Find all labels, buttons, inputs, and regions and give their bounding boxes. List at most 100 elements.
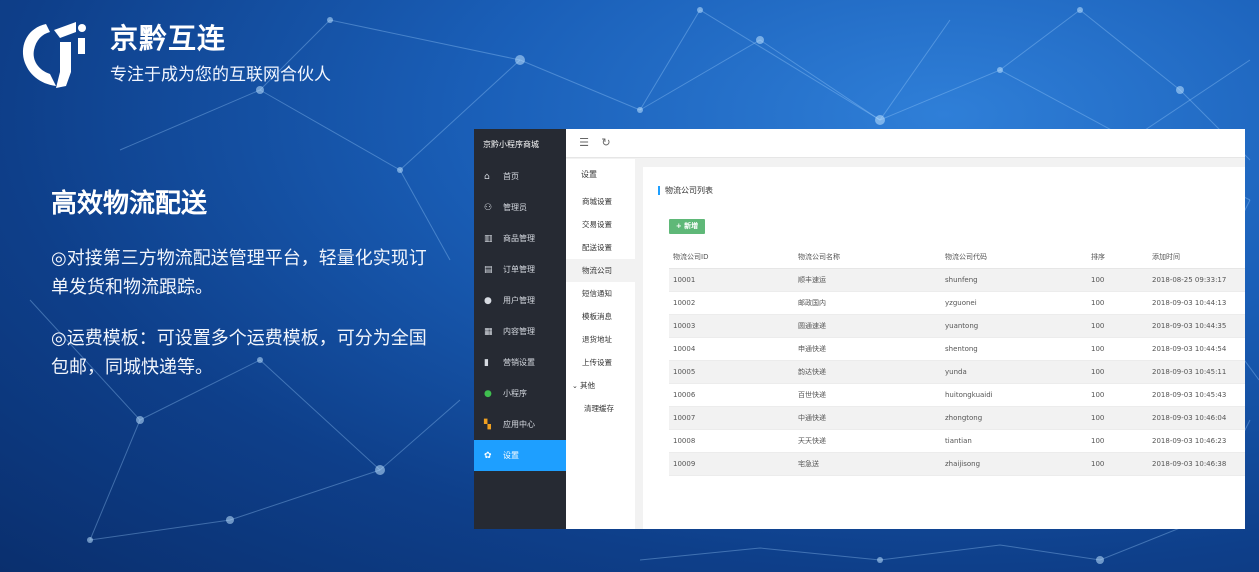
sidebar-item[interactable]: ▦ 内容管理 — [474, 316, 566, 347]
table-cell: 100 — [1087, 429, 1148, 453]
table-row[interactable]: 10006 百世快递 huitongkuaidi 100 2018-09-03 10:4… — [669, 383, 1245, 407]
feature-paragraph-2: ◎运费模板：可设置多个运费模板，可分为全国包邮，同城快递等。 — [51, 328, 427, 378]
table-cell: yuantong — [941, 314, 1087, 338]
table-cell: 100 — [1087, 406, 1148, 430]
column-header[interactable]: 物流公司名称 — [794, 246, 941, 269]
app-window: 京黔小程序商城 ⌂ 首页 ⚇ 管理员 ▥ 商品管理 ▤ 订单管理 ● 用户管理 ▦ 内容管理 ▮ 营销设置… — [474, 129, 1245, 529]
subnav-group-other[interactable]: ⌄ 其他 — [566, 374, 635, 397]
sidebar-item[interactable]: ▚ 应用中心 — [474, 409, 566, 440]
table-cell: 100 — [1087, 452, 1148, 476]
subnav-item[interactable]: 商城设置 — [566, 190, 635, 213]
subnav-item[interactable]: 物流公司 — [566, 259, 635, 282]
sidebar-item-label: 首页 — [503, 172, 519, 181]
sidebar-item-label: 管理员 — [503, 203, 527, 212]
topbar: ☰ ↻ — [566, 129, 1245, 158]
subnav-item[interactable]: 清理缓存 — [566, 397, 635, 420]
table-row[interactable]: 10001 顺丰速运 shunfeng 100 2018-08-25 09:33:17 — [669, 268, 1245, 292]
subnav-item[interactable]: 配送设置 — [566, 236, 635, 259]
miniprogram-icon: ● — [484, 388, 492, 399]
content-panel: 物流公司列表 + 新增 物流公司ID 物流公司名称 物流公司代码 排序 添加时间 100… — [643, 167, 1245, 529]
subnav-item[interactable]: 短信通知 — [566, 282, 635, 305]
feature-title: 高效物流配送 — [51, 189, 208, 219]
table-row[interactable]: 10008 天天快递 tiantian 100 2018-09-03 10:46:23 — [669, 429, 1245, 453]
apps-icon: ▚ — [484, 419, 491, 430]
panel-header: 物流公司列表 — [658, 185, 713, 196]
panel-title-marker — [658, 186, 660, 195]
table-cell: 100 — [1087, 291, 1148, 315]
add-button-label: 新增 — [684, 222, 699, 230]
feature-paragraph-1: ◎对接第三方物流配送管理平台，轻量化实现订单发货和物流跟踪。 — [51, 248, 427, 298]
sidebar-item[interactable]: ⚇ 管理员 — [474, 192, 566, 223]
sidebar-item[interactable]: ▥ 商品管理 — [474, 223, 566, 254]
table-cell: shunfeng — [941, 268, 1087, 292]
app-title: 京黔小程序商城 — [483, 140, 539, 149]
column-header[interactable]: 添加时间 — [1148, 246, 1245, 269]
table-cell: 2018-09-03 10:44:13 — [1148, 291, 1245, 315]
sidebar-item[interactable]: ▮ 营销设置 — [474, 347, 566, 378]
table-cell: 10001 — [669, 268, 794, 292]
table-row[interactable]: 10009 宅急送 zhaijisong 100 2018-09-03 10:46:38 — [669, 452, 1245, 476]
sidebar-item[interactable]: ● 小程序 — [474, 378, 566, 409]
table-cell: 10005 — [669, 360, 794, 384]
add-button[interactable]: + 新增 — [669, 219, 705, 234]
subnav-item[interactable]: 退货地址 — [566, 328, 635, 351]
marketing-icon: ▮ — [484, 357, 489, 368]
logistics-table: 物流公司ID 物流公司名称 物流公司代码 排序 添加时间 10001 顺丰速运 shunfe… — [669, 246, 1245, 476]
sidebar: 京黔小程序商城 ⌂ 首页 ⚇ 管理员 ▥ 商品管理 ▤ 订单管理 ● 用户管理 ▦ 内容管理 ▮ 营销设置… — [474, 129, 566, 529]
brand-header: 京黔互连 专注于成为您的互联网合伙人 — [16, 14, 331, 92]
table-cell: tiantian — [941, 429, 1087, 453]
sidebar-item[interactable]: ✿ 设置 — [474, 440, 566, 471]
column-header[interactable]: 物流公司代码 — [941, 246, 1087, 269]
table-cell: 100 — [1087, 268, 1148, 292]
table-cell: 10003 — [669, 314, 794, 338]
settings-subnav: 设置 商城设置 交易设置 配送设置 物流公司 短信通知 模板消息 退货地址 上传设置 ⌄ 其他 清理… — [566, 159, 635, 529]
sidebar-item-label: 设置 — [503, 451, 519, 460]
table-row[interactable]: 10004 申通快递 shentong 100 2018-09-03 10:44:54 — [669, 337, 1245, 361]
table-cell: 100 — [1087, 383, 1148, 407]
sidebar-item-label: 营销设置 — [503, 358, 535, 367]
panel-title: 物流公司列表 — [665, 186, 713, 195]
sidebar-item-label: 商品管理 — [503, 234, 535, 243]
table-row[interactable]: 10007 中通快递 zhongtong 100 2018-09-03 10:46:04 — [669, 406, 1245, 430]
table-cell: 宅急送 — [794, 452, 941, 476]
subnav-item[interactable]: 模板消息 — [566, 305, 635, 328]
table-cell: 10009 — [669, 452, 794, 476]
table-cell: 10008 — [669, 429, 794, 453]
table-cell: 天天快递 — [794, 429, 941, 453]
subnav-item[interactable]: 上传设置 — [566, 351, 635, 374]
table-row[interactable]: 10002 邮政国内 yzguonei 100 2018-09-03 10:44:13 — [669, 291, 1245, 315]
column-header[interactable]: 物流公司ID — [669, 246, 794, 269]
brand-name: 京黔互连 — [110, 21, 227, 55]
table-cell: 10006 — [669, 383, 794, 407]
table-cell: 顺丰速运 — [794, 268, 941, 292]
gift-icon: ▥ — [484, 233, 493, 244]
sidebar-item[interactable]: ● 用户管理 — [474, 285, 566, 316]
table-row[interactable]: 10005 韵达快递 yunda 100 2018-09-03 10:45:11 — [669, 360, 1245, 384]
table-cell: 10004 — [669, 337, 794, 361]
sidebar-item[interactable]: ⌂ 首页 — [474, 161, 566, 192]
table-cell: 2018-09-03 10:46:04 — [1148, 406, 1245, 430]
table-cell: huitongkuaidi — [941, 383, 1087, 407]
table-cell: 申通快递 — [794, 337, 941, 361]
table-cell: 2018-09-03 10:45:43 — [1148, 383, 1245, 407]
table-cell: yunda — [941, 360, 1087, 384]
table-cell: 2018-09-03 10:46:23 — [1148, 429, 1245, 453]
home-icon: ⌂ — [484, 171, 490, 182]
column-header[interactable]: 排序 — [1087, 246, 1148, 269]
table-cell: 10007 — [669, 406, 794, 430]
user-icon: ● — [484, 295, 492, 306]
table-cell: 100 — [1087, 360, 1148, 384]
table-cell: 邮政国内 — [794, 291, 941, 315]
subnav-item[interactable]: 交易设置 — [566, 213, 635, 236]
chevron-down-icon: ⌄ — [572, 382, 578, 390]
brand-logo-icon — [16, 14, 94, 92]
menu-toggle-icon[interactable]: ☰ — [578, 137, 590, 149]
content-icon: ▦ — [484, 326, 493, 337]
sidebar-item-label: 应用中心 — [503, 420, 535, 429]
table-cell: shentong — [941, 337, 1087, 361]
sidebar-item[interactable]: ▤ 订单管理 — [474, 254, 566, 285]
refresh-icon[interactable]: ↻ — [600, 137, 612, 149]
table-cell: 圆通速递 — [794, 314, 941, 338]
table-cell: 2018-08-25 09:33:17 — [1148, 268, 1245, 292]
table-row[interactable]: 10003 圆通速递 yuantong 100 2018-09-03 10:44:35 — [669, 314, 1245, 338]
